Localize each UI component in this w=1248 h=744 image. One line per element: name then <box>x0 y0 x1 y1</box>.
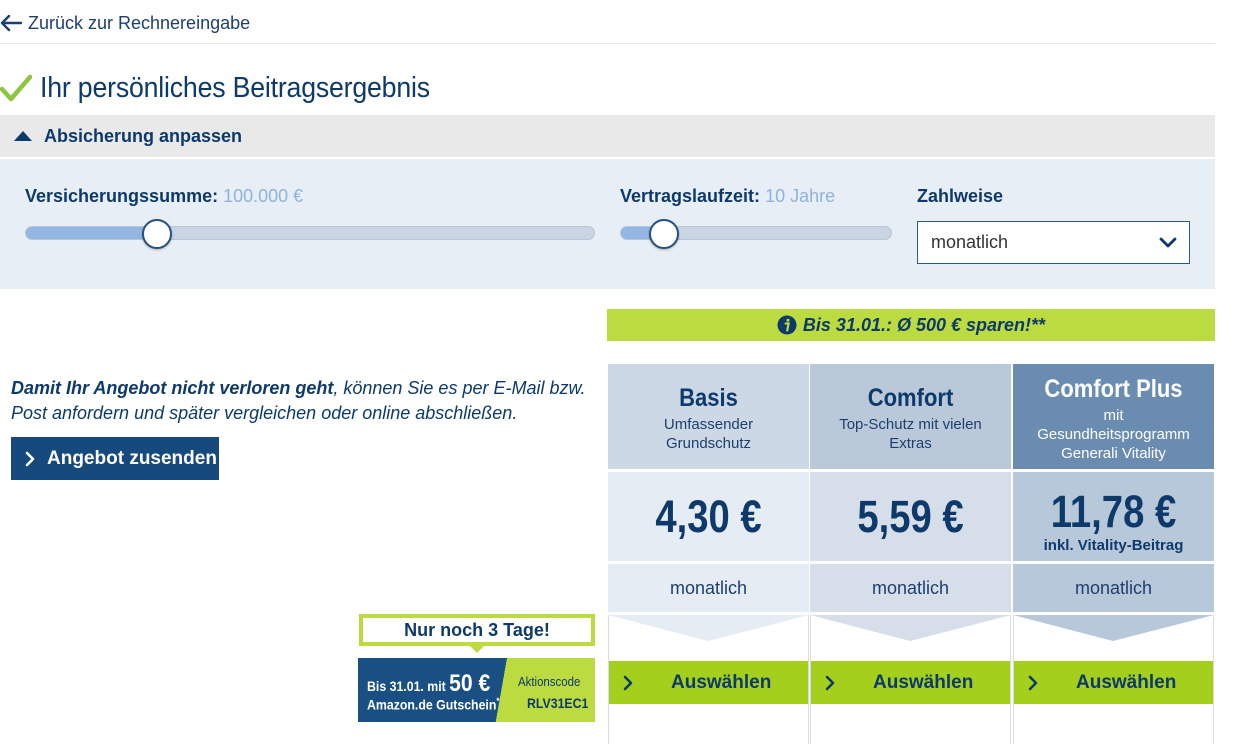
coupon-line2: Amazon.de Gutschein* <box>367 696 499 713</box>
plan-period: monatlich <box>608 564 809 612</box>
select-plan-button[interactable]: Auswählen <box>1014 661 1213 704</box>
info-icon <box>777 315 797 335</box>
plan-price-box: 4,30 € <box>608 472 809 561</box>
plan-period: monatlich <box>810 564 1011 612</box>
send-offer-label: Angebot zusenden <box>47 447 217 469</box>
plan-column-comfort: Comfort Top-Schutz mit vielen Extras 5,5… <box>810 364 1011 744</box>
chevron-right-icon <box>25 451 35 466</box>
plan-price-note: inkl. Vitality-Beitrag <box>1043 537 1184 554</box>
plan-price: 11,78 € <box>1050 486 1177 537</box>
sum-label-text: Versicherungssumme: <box>25 186 219 206</box>
pointer-arrow <box>608 615 809 641</box>
plan-name: Basis <box>679 384 738 412</box>
plan-subtitle: Top-Schutz mit vielen Extras <box>839 416 982 452</box>
pointer-arrow <box>810 615 1011 641</box>
term-value: 10 Jahre <box>765 186 836 206</box>
term-label-text: Vertragslaufzeit: <box>620 186 761 206</box>
badge-pointer <box>467 643 487 653</box>
chevron-right-icon <box>825 675 835 690</box>
arrow-left-icon <box>0 14 22 32</box>
chevron-right-icon <box>623 675 633 690</box>
page-title: Ihr persönliches Beitragsergebnis <box>0 68 464 108</box>
offer-description: Damit Ihr Angebot nicht verloren geht, k… <box>11 376 591 426</box>
back-link[interactable]: Zurück zur Rechnereingabe <box>0 10 250 36</box>
select-plan-button[interactable]: Auswählen <box>811 661 1010 704</box>
select-plan-label: Auswählen <box>671 671 772 693</box>
plan-header: Basis Umfassender Grundschutz <box>608 364 809 469</box>
select-plan-label: Auswählen <box>1076 671 1177 693</box>
sum-value: 100.000 € <box>223 186 304 206</box>
chevron-down-icon <box>1159 237 1177 247</box>
promo-text: Bis 31.01.: Ø 500 € sparen!** <box>802 314 1046 335</box>
sum-slider[interactable] <box>25 219 595 249</box>
plan-column-comfort-plus: Comfort Plus mit Gesundheitsprogramm Gen… <box>1013 364 1214 744</box>
coupon-prefix: Bis 31.01. mit <box>367 678 446 694</box>
coupon-code: RLV31EC1 <box>527 695 589 711</box>
send-offer-button[interactable]: Angebot zusenden <box>11 437 219 480</box>
accordion-toggle[interactable]: Absicherung anpassen <box>0 115 1215 157</box>
select-plan-label: Auswählen <box>873 671 974 693</box>
divider <box>0 43 1215 44</box>
back-link-label: Zurück zur Rechnereingabe <box>28 12 251 33</box>
coupon-line2-text: Amazon.de Gutschein <box>367 696 497 713</box>
term-slider[interactable] <box>620 219 892 249</box>
plan-subtitle: mit Gesundheitsprogramm Generali Vitalit… <box>1037 407 1190 462</box>
plan-price: 4,30 € <box>655 491 762 542</box>
days-left-text: Nur noch 3 Tage! <box>404 619 550 640</box>
coupon-banner: Bis 31.01. mit 50 € Amazon.de Gutschein*… <box>358 658 595 722</box>
coupon-line1: Bis 31.01. mit 50 € <box>367 670 490 698</box>
plan-period: monatlich <box>1013 564 1214 612</box>
caret-up-icon <box>14 131 32 141</box>
payment-label: Zahlweise <box>917 186 1004 206</box>
offer-text-bold: Damit Ihr Angebot nicht verloren geht <box>11 378 334 398</box>
checkmark-icon <box>0 74 32 102</box>
coverage-panel: Versicherungssumme: 100.000 € Vertragsla… <box>0 159 1215 289</box>
plan-name: Comfort Plus <box>1044 375 1183 403</box>
plan-price-box: 5,59 € <box>810 472 1011 561</box>
pointer-arrow <box>1013 615 1214 641</box>
plan-header: Comfort Top-Schutz mit vielen Extras <box>810 364 1011 469</box>
chevron-right-icon <box>1028 675 1038 690</box>
term-slider-handle[interactable] <box>649 219 679 249</box>
plan-price-box: 11,78 € inkl. Vitality-Beitrag <box>1013 472 1214 561</box>
payment-select-value: monatlich <box>931 232 1009 252</box>
coupon-footnote-mark: * <box>496 696 500 706</box>
select-plan-button[interactable]: Auswählen <box>609 661 808 704</box>
coupon-amount: 50 € <box>449 670 491 697</box>
plan-name: Comfort <box>867 384 954 412</box>
plan-column-basis: Basis Umfassender Grundschutz 4,30 € mon… <box>608 364 809 744</box>
coupon-code-label: Aktionscode <box>518 674 581 689</box>
term-label: Vertragslaufzeit: 10 Jahre <box>620 186 835 207</box>
plan-price: 5,59 € <box>857 491 964 542</box>
promo-banner: Bis 31.01.: Ø 500 € sparen!** <box>607 309 1215 341</box>
sum-label: Versicherungssumme: 100.000 € <box>25 186 303 207</box>
accordion-title: Absicherung anpassen <box>44 125 243 146</box>
page-title-text: Ihr persönliches Beitragsergebnis <box>40 71 430 104</box>
payment-select[interactable]: monatlich <box>917 221 1190 264</box>
plan-header: Comfort Plus mit Gesundheitsprogramm Gen… <box>1013 364 1214 469</box>
days-left-badge: Nur noch 3 Tage! <box>359 614 595 646</box>
sum-slider-fill <box>26 227 157 239</box>
sum-slider-handle[interactable] <box>142 219 172 249</box>
plan-subtitle: Umfassender Grundschutz <box>663 416 754 452</box>
